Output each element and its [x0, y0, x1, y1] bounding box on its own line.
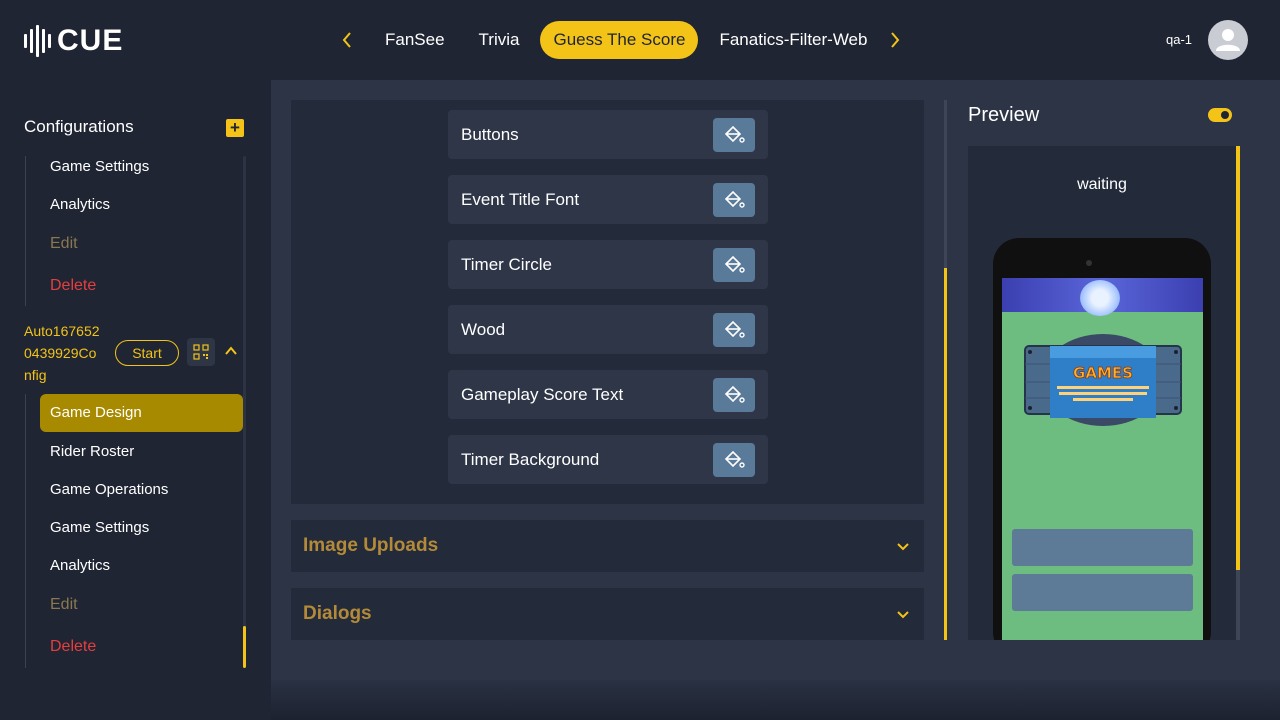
game-option-button[interactable]	[1012, 529, 1193, 566]
color-picker-button[interactable]	[713, 118, 755, 152]
nav-prev-icon[interactable]	[336, 21, 358, 59]
color-row-timer-background: Timer Background	[448, 435, 768, 484]
preview-scrollbar-thumb[interactable]	[1236, 146, 1240, 570]
cue-logo[interactable]: CUE	[24, 24, 123, 58]
config-name-line: Auto167652	[24, 323, 100, 339]
moon-graphic	[1080, 280, 1120, 316]
tab-guess-the-score[interactable]: Guess The Score	[540, 21, 699, 59]
chevron-down-icon	[895, 606, 911, 622]
sidebar-item-rider-roster[interactable]: Rider Roster	[50, 443, 134, 460]
config-name-line: nfig	[24, 367, 47, 383]
sidebar-item-delete[interactable]: Delete	[50, 638, 96, 656]
accordion-label: Image Uploads	[303, 535, 439, 556]
app-tabs: FanSee Trivia Guess The Score Fanatics-F…	[336, 21, 906, 59]
color-row-label: Timer Background	[461, 450, 600, 469]
color-row-label: Event Title Font	[461, 190, 580, 209]
preview-toggle[interactable]	[1208, 108, 1232, 122]
color-row-event-title-font: Event Title Font	[448, 175, 768, 224]
sidebar-item-game-settings[interactable]: Game Settings	[50, 158, 149, 175]
color-row-gameplay-score-text: Gameplay Score Text	[448, 370, 768, 419]
sidebar-item-delete[interactable]: Delete	[50, 277, 96, 295]
tab-trivia[interactable]: Trivia	[466, 21, 533, 59]
color-picker-button[interactable]	[713, 378, 755, 412]
add-configuration-button[interactable]: +	[226, 119, 244, 137]
color-picker-button[interactable]	[713, 183, 755, 217]
start-button[interactable]: Start	[115, 340, 179, 366]
logo-bars-icon	[24, 25, 51, 57]
phone-screen: GAMES	[1002, 278, 1203, 640]
paint-bucket-icon	[724, 385, 745, 403]
nav-next-icon[interactable]	[884, 21, 906, 59]
configurations-title: Configurations	[24, 117, 134, 136]
sidebar: Configurations + Game Settings Analytics…	[0, 80, 271, 720]
tree-line	[25, 394, 26, 668]
phone-camera	[1086, 260, 1092, 266]
qr-code-icon	[193, 344, 209, 360]
paint-bucket-icon	[724, 125, 745, 143]
user-name[interactable]: qa-1	[1166, 32, 1192, 47]
config-name[interactable]: Auto167652 0439929Co nfig	[24, 320, 114, 386]
svg-text:GAMES: GAMES	[1073, 364, 1133, 382]
paint-bucket-icon	[724, 255, 745, 273]
color-row-label: Timer Circle	[461, 255, 552, 274]
games-wood-sign-image: GAMES	[1024, 334, 1182, 426]
sidebar-scrollbar-thumb[interactable]	[243, 626, 246, 668]
preview-title: Preview	[968, 104, 1040, 126]
color-row-buttons: Buttons	[448, 110, 768, 159]
sidebar-scrollbar[interactable]	[243, 156, 246, 668]
color-picker-button[interactable]	[713, 443, 755, 477]
accordion-dialogs[interactable]: Dialogs	[291, 588, 924, 640]
game-option-button[interactable]	[1012, 574, 1193, 611]
sidebar-item-game-settings[interactable]: Game Settings	[50, 519, 149, 536]
sidebar-item-edit[interactable]: Edit	[50, 235, 78, 253]
sidebar-item-analytics[interactable]: Analytics	[50, 557, 110, 574]
tab-fansee[interactable]: FanSee	[372, 21, 458, 59]
preview-status: waiting	[1077, 176, 1127, 193]
qr-code-button[interactable]	[187, 338, 215, 366]
paint-bucket-icon	[724, 320, 745, 338]
phone-mockup: GAMES	[993, 238, 1211, 640]
sidebar-item-edit[interactable]: Edit	[50, 596, 78, 614]
top-header: CUE FanSee Trivia Guess The Score Fanati…	[0, 0, 1280, 80]
tab-fanatics-filter-web[interactable]: Fanatics-Filter-Web	[706, 21, 880, 59]
color-row-label: Wood	[461, 320, 506, 339]
chevron-up-icon[interactable]	[223, 343, 239, 359]
main-bottom-gradient	[271, 680, 1280, 720]
config-name-line: 0439929Co	[24, 345, 97, 361]
main-scrollbar-thumb[interactable]	[944, 268, 947, 640]
sidebar-item-game-operations[interactable]: Game Operations	[50, 481, 168, 498]
sidebar-item-analytics[interactable]: Analytics	[50, 196, 110, 213]
color-row-label: Buttons	[461, 125, 519, 144]
avatar-icon[interactable]	[1208, 20, 1248, 60]
sidebar-item-game-design[interactable]: Game Design	[40, 394, 243, 432]
color-row-wood: Wood	[448, 305, 768, 354]
paint-bucket-icon	[724, 450, 745, 468]
chevron-down-icon	[895, 538, 911, 554]
tree-line	[25, 156, 26, 306]
accordion-label: Dialogs	[303, 603, 372, 624]
paint-bucket-icon	[724, 190, 745, 208]
logo-text: CUE	[57, 24, 124, 57]
color-picker-button[interactable]	[713, 313, 755, 347]
color-row-label: Gameplay Score Text	[461, 385, 624, 404]
preview-panel: waiting GAMES	[968, 146, 1236, 640]
color-picker-button[interactable]	[713, 248, 755, 282]
accordion-image-uploads[interactable]: Image Uploads	[291, 520, 924, 572]
game-header-banner	[1002, 278, 1203, 316]
color-row-timer-circle: Timer Circle	[448, 240, 768, 289]
